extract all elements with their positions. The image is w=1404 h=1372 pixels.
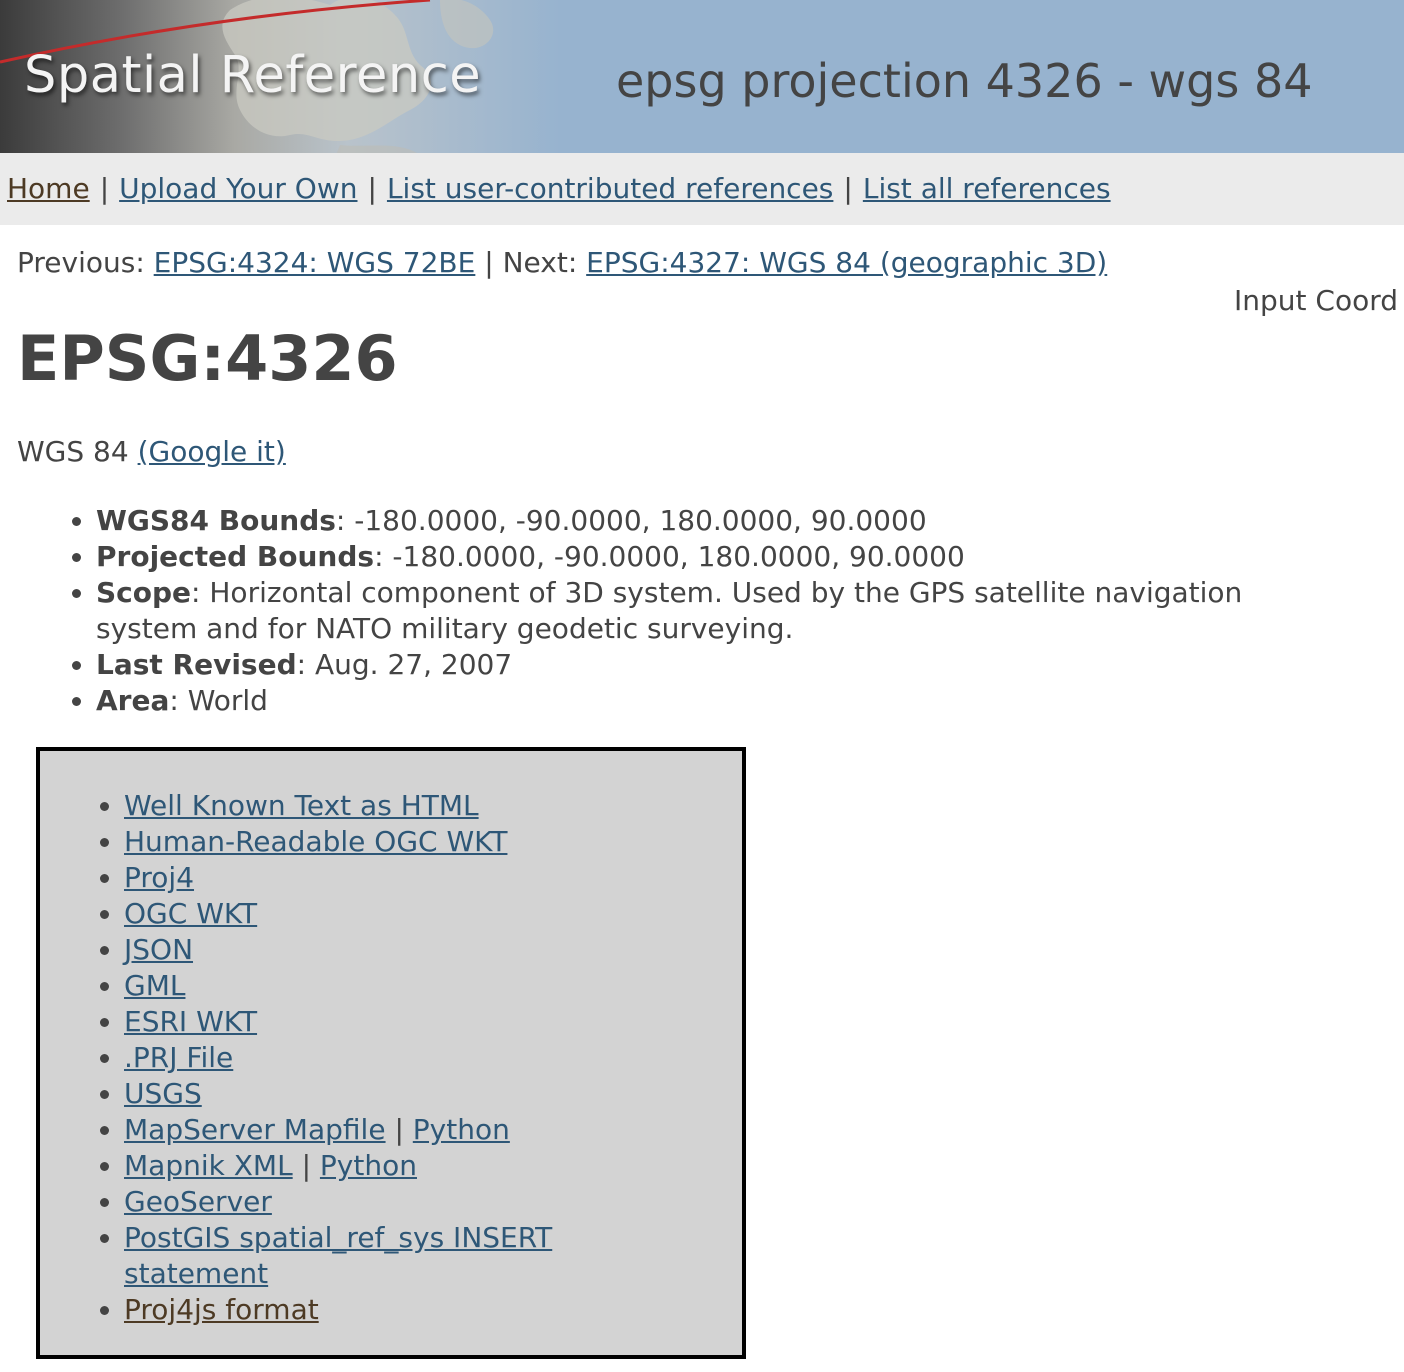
format-item: GeoServer: [124, 1184, 684, 1220]
format-item: JSON: [124, 932, 684, 968]
prev-next-separator: |: [484, 246, 494, 279]
property-label: Area: [96, 684, 170, 717]
nav-separator: |: [843, 172, 853, 205]
format-ogc-wkt-link[interactable]: OGC WKT: [124, 897, 257, 930]
nav-home-link[interactable]: Home: [7, 172, 90, 205]
format-item: ESRI WKT: [124, 1004, 684, 1040]
nav-separator: |: [99, 172, 110, 205]
property-value: : Aug. 27, 2007: [296, 648, 513, 681]
format-item: Mapnik XML | Python: [124, 1148, 684, 1184]
property-value: : -180.0000, -90.0000, 180.0000, 90.0000: [335, 504, 927, 537]
format-usgs-link[interactable]: USGS: [124, 1077, 202, 1110]
previous-link[interactable]: EPSG:4324: WGS 72BE: [154, 246, 476, 279]
format-mapnik-link[interactable]: Mapnik XML: [124, 1149, 293, 1182]
format-item: GML: [124, 968, 684, 1004]
format-item: Well Known Text as HTML: [124, 788, 684, 824]
format-item: OGC WKT: [124, 896, 684, 932]
next-link[interactable]: EPSG:4327: WGS 84 (geographic 3D): [586, 246, 1107, 279]
format-gml-link[interactable]: GML: [124, 969, 185, 1002]
nav-bar: Home | Upload Your Own | List user-contribut…: [0, 153, 1404, 225]
property-value: : -180.0000, -90.0000, 180.0000, 90.0000: [374, 540, 965, 573]
property-label: Last Revised: [96, 648, 297, 681]
format-proj4-link[interactable]: Proj4: [124, 861, 194, 894]
format-item: Human-Readable OGC WKT: [124, 824, 684, 860]
format-item: Proj4js format: [124, 1292, 684, 1328]
nav-separator: |: [367, 172, 377, 205]
page-title: EPSG:4326: [17, 322, 398, 395]
format-separator: |: [301, 1149, 312, 1182]
format-separator: |: [394, 1113, 404, 1146]
format-item: MapServer Mapfile | Python: [124, 1112, 684, 1148]
crs-name: WGS 84: [17, 435, 129, 468]
format-proj4js-link[interactable]: Proj4js format: [124, 1293, 319, 1326]
formats-list: Well Known Text as HTML Human-Readable O…: [40, 788, 684, 1328]
property-wgs84-bounds: WGS84 Bounds: -180.0000, -90.0000, 180.0…: [96, 503, 1256, 539]
properties-list: WGS84 Bounds: -180.0000, -90.0000, 180.0…: [56, 503, 1256, 719]
format-item: .PRJ File: [124, 1040, 684, 1076]
property-last-revised: Last Revised: Aug. 27, 2007: [96, 647, 1256, 683]
format-item: Proj4: [124, 860, 684, 896]
property-projected-bounds: Projected Bounds: -180.0000, -90.0000, 1…: [96, 539, 1256, 575]
site-logo-text[interactable]: Spatial Reference: [24, 46, 481, 105]
format-geoserver-link[interactable]: GeoServer: [124, 1185, 272, 1218]
google-it-link[interactable]: (Google it): [138, 435, 286, 468]
format-item: PostGIS spatial_ref_sys INSERT statement: [124, 1220, 684, 1292]
nav-upload-link[interactable]: Upload Your Own: [119, 172, 357, 205]
property-label: Projected Bounds: [96, 540, 375, 573]
format-human-wkt-link[interactable]: Human-Readable OGC WKT: [124, 825, 507, 858]
property-area: Area: World: [96, 683, 1256, 719]
format-mapserver-python-link[interactable]: Python: [413, 1113, 510, 1146]
nav-list-all-link[interactable]: List all references: [863, 172, 1111, 205]
page-heading: epsg projection 4326 - wgs 84: [616, 54, 1313, 108]
format-mapnik-python-link[interactable]: Python: [320, 1149, 417, 1182]
previous-label: Previous:: [17, 246, 145, 279]
format-json-link[interactable]: JSON: [124, 933, 193, 966]
next-label: Next:: [502, 246, 578, 279]
input-coordinates-label: Input Coord: [1234, 284, 1399, 317]
prev-next-bar: Previous: EPSG:4324: WGS 72BE | Next: EP…: [17, 246, 1107, 279]
format-prj-file-link[interactable]: .PRJ File: [124, 1041, 233, 1074]
formats-panel: Well Known Text as HTML Human-Readable O…: [36, 747, 746, 1359]
crs-name-line: WGS 84 (Google it): [17, 435, 286, 468]
nav-list-user-link[interactable]: List user-contributed references: [387, 172, 833, 205]
format-wkt-html-link[interactable]: Well Known Text as HTML: [124, 789, 479, 822]
format-mapserver-link[interactable]: MapServer Mapfile: [124, 1113, 386, 1146]
format-postgis-link[interactable]: PostGIS spatial_ref_sys INSERT statement: [124, 1221, 552, 1290]
property-value: : World: [169, 684, 268, 717]
format-esri-wkt-link[interactable]: ESRI WKT: [124, 1005, 257, 1038]
property-scope: Scope: Horizontal component of 3D system…: [96, 575, 1256, 647]
format-item: USGS: [124, 1076, 684, 1112]
property-label: Scope: [96, 576, 192, 609]
property-value: : Horizontal component of 3D system. Use…: [96, 576, 1243, 645]
header-banner: Spatial Reference epsg projection 4326 -…: [0, 0, 1404, 153]
property-label: WGS84 Bounds: [96, 504, 336, 537]
